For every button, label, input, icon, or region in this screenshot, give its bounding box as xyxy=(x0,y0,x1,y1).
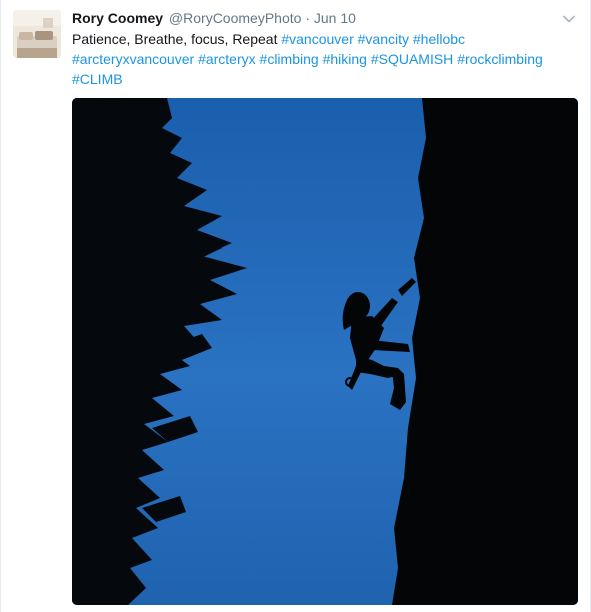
hashtag-link[interactable]: #vancouver xyxy=(281,31,353,47)
avatar[interactable] xyxy=(13,10,61,58)
tweet-card[interactable]: Rory Coomey @RoryCoomeyPhoto · Jun 10 Pa… xyxy=(0,0,591,612)
hashtag-link[interactable]: #vancity xyxy=(358,31,409,47)
hashtag-link[interactable]: #CLIMB xyxy=(72,71,123,87)
hashtag-link[interactable]: #climbing xyxy=(260,51,319,67)
avatar-photo xyxy=(13,10,61,58)
hashtag-link[interactable]: #hellobc xyxy=(413,31,465,47)
cliff-silhouette xyxy=(392,98,578,605)
chevron-down-icon[interactable] xyxy=(562,12,576,26)
header-separator: · xyxy=(305,10,310,26)
tweet-header: Rory Coomey @RoryCoomeyPhoto · Jun 10 xyxy=(72,9,356,28)
author-fullname[interactable]: Rory Coomey xyxy=(72,10,163,26)
climber-silhouette-photo xyxy=(72,98,578,605)
author-handle[interactable]: @RoryCoomeyPhoto xyxy=(169,10,302,26)
hashtag-link[interactable]: #hiking xyxy=(323,51,367,67)
tweet-text: Patience, Breathe, focus, Repeat #vancou… xyxy=(72,29,577,89)
tweet-photo[interactable] xyxy=(72,98,578,605)
tweet-timestamp[interactable]: Jun 10 xyxy=(314,10,356,26)
hashtag-link[interactable]: #arcteryx xyxy=(198,51,256,67)
hashtag-link[interactable]: #arcteryxvancouver xyxy=(72,51,194,67)
tweet-text-body: Patience, Breathe, focus, Repeat xyxy=(72,31,282,47)
hashtag-link[interactable]: #rockclimbing xyxy=(457,51,543,67)
hashtag-link[interactable]: #SQUAMISH xyxy=(371,51,453,67)
